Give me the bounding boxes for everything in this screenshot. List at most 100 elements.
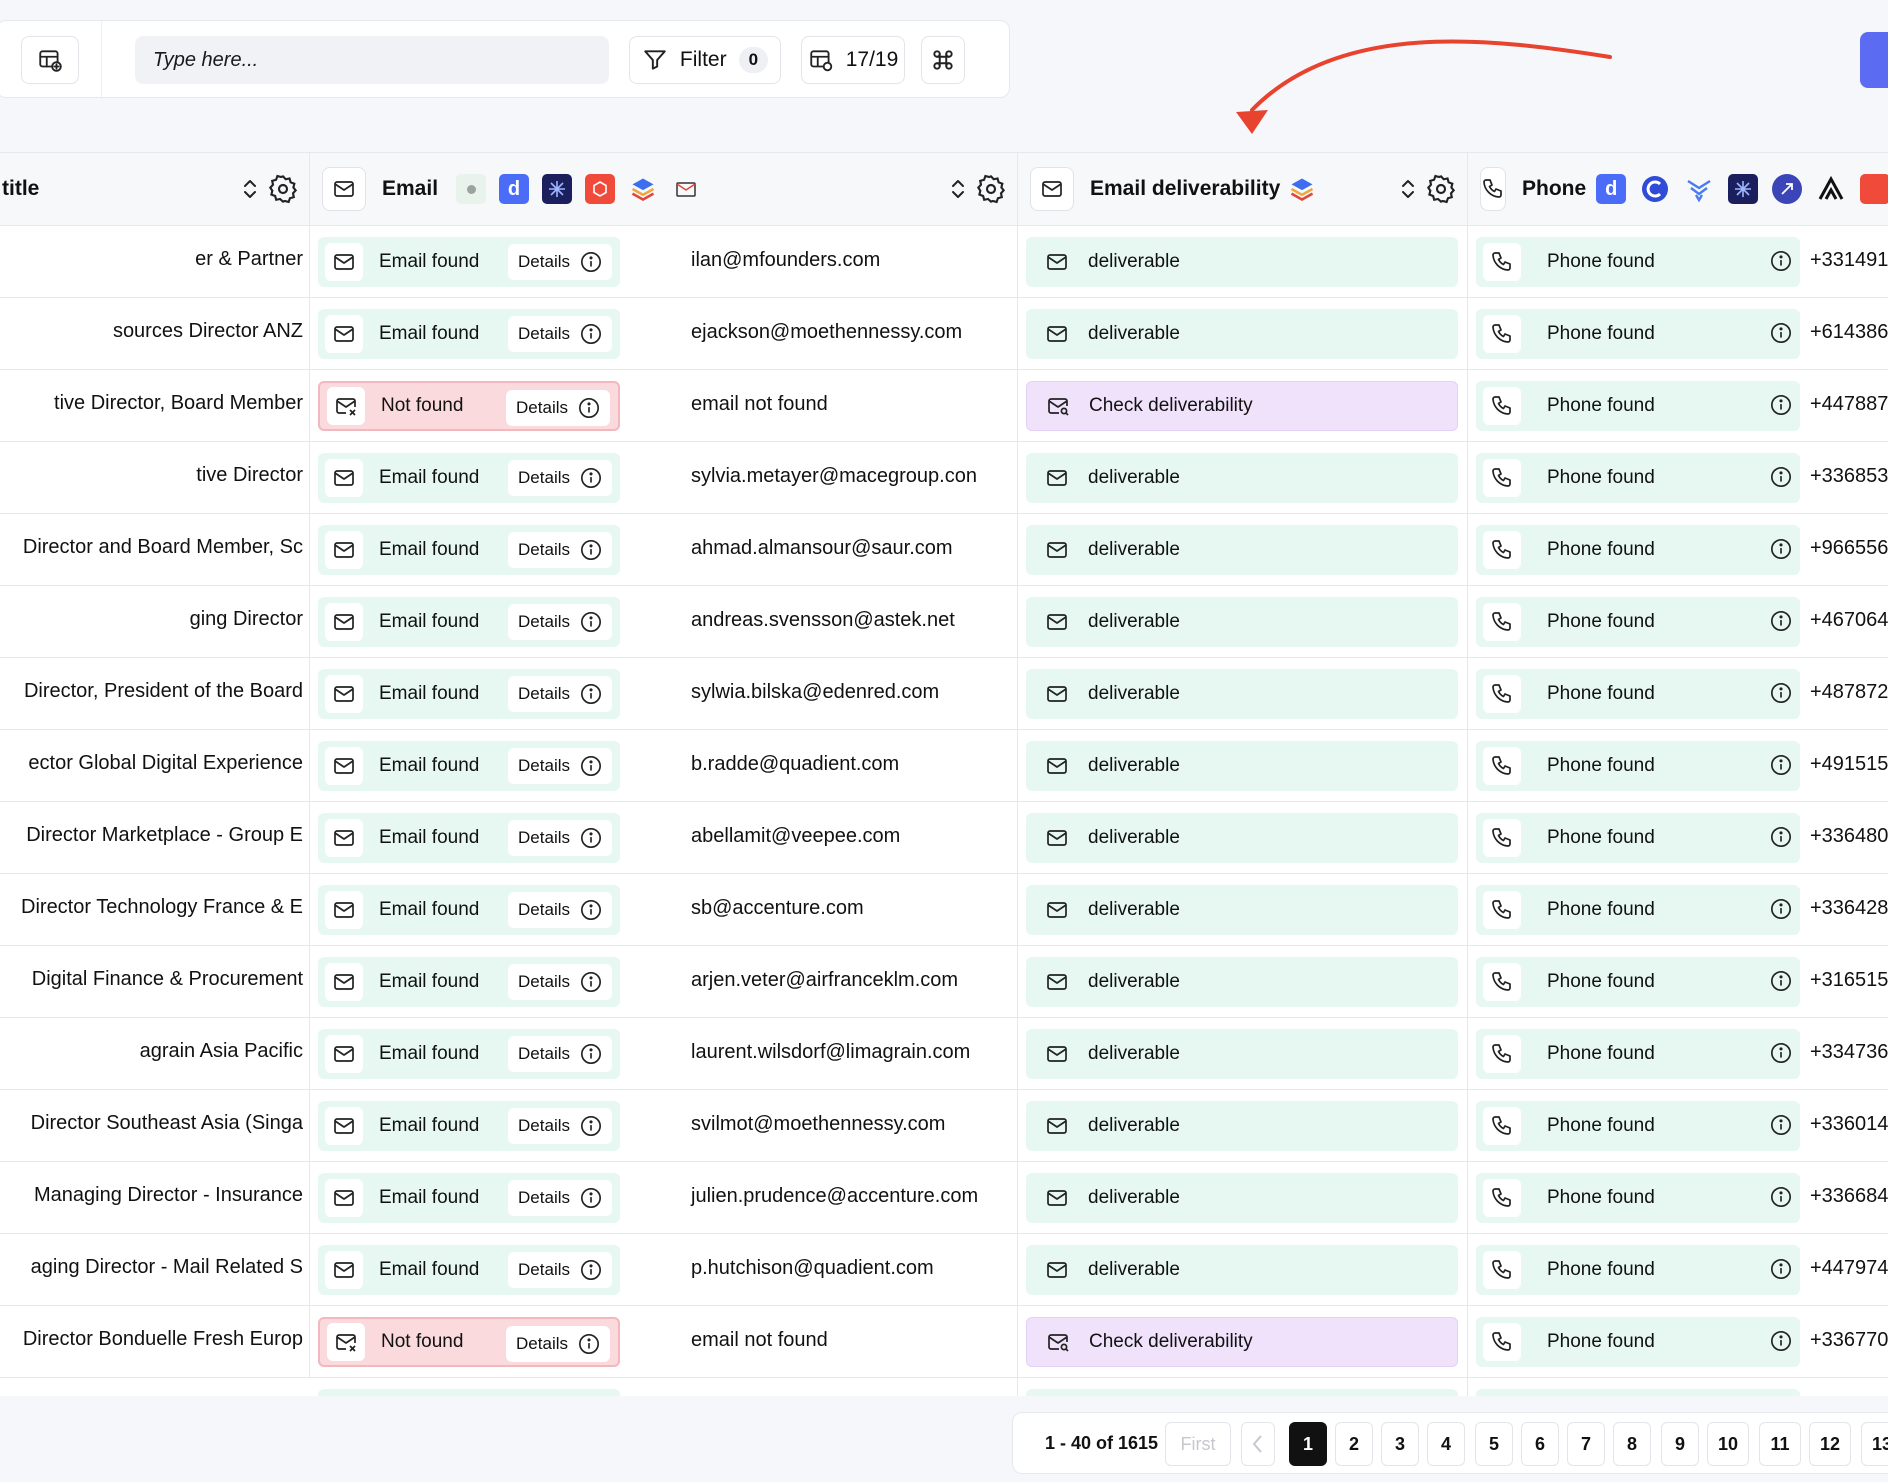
phone-status-pill[interactable]: Phone found	[1476, 885, 1800, 935]
table-row[interactable]: er & Partner Email found Details ilan@mf…	[0, 226, 1888, 298]
deliverability-pill[interactable]: deliverable	[1026, 957, 1458, 1007]
table-row[interactable]: Director Technology France & E Email fou…	[0, 874, 1888, 946]
page-button[interactable]: 3	[1381, 1422, 1419, 1466]
info-icon[interactable]	[1770, 322, 1792, 344]
email-status-pill[interactable]: Email found Details	[318, 453, 620, 503]
deliverability-pill[interactable]: deliverable	[1026, 597, 1458, 647]
info-icon[interactable]	[1770, 682, 1792, 704]
deliverability-cell[interactable]: deliverable	[1018, 514, 1468, 585]
page-button[interactable]: 5	[1475, 1422, 1513, 1466]
details-button[interactable]: Details	[508, 460, 612, 496]
title-cell[interactable]: Director, President of the Board	[0, 658, 310, 729]
phone-cell[interactable]: Phone found +614386	[1468, 298, 1888, 369]
phone-info[interactable]	[1770, 826, 1792, 853]
deliverability-pill[interactable]: deliverable	[1026, 453, 1458, 503]
email-cell[interactable]: Not found Details email not found	[310, 1306, 1018, 1377]
details-button[interactable]: Details	[508, 244, 612, 280]
table-row[interactable]: aging Director - Mail Related S Email fo…	[0, 1234, 1888, 1306]
details-button[interactable]: Details	[508, 1180, 612, 1216]
page-button[interactable]: 1	[1289, 1422, 1327, 1466]
page-button[interactable]: 6	[1521, 1422, 1559, 1466]
info-icon[interactable]	[578, 1333, 600, 1355]
info-icon[interactable]	[1770, 610, 1792, 632]
search-input[interactable]	[135, 36, 609, 84]
phone-info[interactable]	[1770, 1114, 1792, 1141]
sort-icon[interactable]	[1399, 176, 1417, 202]
email-cell[interactable]: Email found Details b.radde@quadient.com	[310, 730, 1018, 801]
command-button[interactable]	[921, 36, 965, 84]
email-status-pill[interactable]: Email found Details	[318, 669, 620, 719]
phone-status-pill[interactable]: Phone found	[1476, 1245, 1800, 1295]
email-status-pill[interactable]: Email found Details	[318, 237, 620, 287]
deliverability-pill[interactable]: deliverable	[1026, 885, 1458, 935]
title-cell[interactable]: Director and Board Member, Sc	[0, 514, 310, 585]
phone-cell[interactable]: Phone found +491515	[1468, 730, 1888, 801]
title-cell[interactable]: ector Global Digital Experience	[0, 730, 310, 801]
deliverability-pill[interactable]: deliverable	[1026, 1101, 1458, 1151]
email-cell[interactable]: Email found Details ejackson@moethenness…	[310, 298, 1018, 369]
deliverability-pill[interactable]: deliverable	[1026, 1245, 1458, 1295]
deliverability-cell[interactable]: Check deliverability	[1018, 1306, 1468, 1377]
phone-info[interactable]	[1770, 250, 1792, 277]
phone-info[interactable]	[1770, 1330, 1792, 1357]
phone-status-pill[interactable]: Phone found	[1476, 1101, 1800, 1151]
details-button[interactable]: Details	[508, 316, 612, 352]
table-row[interactable]: ging Director Email found Details andrea…	[0, 586, 1888, 658]
details-button[interactable]: Details	[506, 390, 610, 426]
info-icon[interactable]	[1770, 826, 1792, 848]
column-header-email[interactable]: Email d	[310, 153, 1018, 225]
phone-cell[interactable]: Phone found +336480	[1468, 802, 1888, 873]
phone-cell[interactable]: Phone found +336014	[1468, 1090, 1888, 1161]
info-icon[interactable]	[580, 251, 602, 273]
table-row[interactable]: agrain Asia Pacific Email found Details …	[0, 1018, 1888, 1090]
phone-status-pill[interactable]: Phone found	[1476, 597, 1800, 647]
email-status-pill[interactable]: Not found Details	[318, 381, 620, 431]
table-row[interactable]: Director Bonduelle Fresh Europ Not found…	[0, 1306, 1888, 1378]
info-icon[interactable]	[578, 397, 600, 419]
email-status-pill[interactable]: Email found Details	[318, 525, 620, 575]
table-row[interactable]: Director, President of the Board Email f…	[0, 658, 1888, 730]
phone-status-pill[interactable]: Phone found	[1476, 1173, 1800, 1223]
info-icon[interactable]	[580, 827, 602, 849]
title-cell[interactable]: tive Director, Board Member	[0, 370, 310, 441]
phone-status-pill[interactable]: Phone found	[1476, 381, 1800, 431]
details-button[interactable]: Details	[508, 892, 612, 928]
gear-icon[interactable]	[1425, 173, 1457, 205]
info-icon[interactable]	[580, 1115, 602, 1137]
info-icon[interactable]	[1770, 250, 1792, 272]
previous-page-button[interactable]	[1241, 1422, 1275, 1466]
deliverability-cell[interactable]: deliverable	[1018, 226, 1468, 297]
email-status-pill[interactable]: Email found Details	[318, 1101, 620, 1151]
phone-cell[interactable]: Phone found +447974	[1468, 1234, 1888, 1305]
table-row[interactable]: Managing Director - Insurance Email foun…	[0, 1162, 1888, 1234]
title-cell[interactable]: agrain Asia Pacific	[0, 1018, 310, 1089]
phone-cell[interactable]: Phone found +334736	[1468, 1018, 1888, 1089]
primary-action-button[interactable]	[1860, 32, 1888, 88]
email-cell[interactable]: Email found Details ahmad.almansour@saur…	[310, 514, 1018, 585]
info-icon[interactable]	[1770, 538, 1792, 560]
column-header-title[interactable]: title	[0, 153, 310, 225]
page-button[interactable]: 8	[1613, 1422, 1651, 1466]
deliverability-pill[interactable]: Check deliverability	[1026, 1317, 1458, 1367]
table-row[interactable]: sources Director ANZ Email found Details…	[0, 298, 1888, 370]
deliverability-pill[interactable]: deliverable	[1026, 525, 1458, 575]
info-icon[interactable]	[1770, 754, 1792, 776]
phone-status-pill[interactable]: Phone found	[1476, 309, 1800, 359]
column-header-phone[interactable]: Phone d	[1468, 153, 1888, 225]
deliverability-cell[interactable]: deliverable	[1018, 1162, 1468, 1233]
phone-info[interactable]	[1770, 394, 1792, 421]
table-row[interactable]: ector Global Digital Experience Email fo…	[0, 730, 1888, 802]
title-cell[interactable]: Digital Finance & Procurement	[0, 946, 310, 1017]
email-cell[interactable]: Email found Details andreas.svensson@ast…	[310, 586, 1018, 657]
phone-cell[interactable]: Phone found +966556	[1468, 514, 1888, 585]
deliverability-cell[interactable]: deliverable	[1018, 658, 1468, 729]
deliverability-cell[interactable]: Check deliverability	[1018, 370, 1468, 441]
table-row[interactable]: Digital Finance & Procurement Email foun…	[0, 946, 1888, 1018]
title-cell[interactable]: aging Director - Mail Related S	[0, 1234, 310, 1305]
email-cell[interactable]: Email found Details p.hutchison@quadient…	[310, 1234, 1018, 1305]
phone-cell[interactable]: Phone found +336770	[1468, 1306, 1888, 1377]
table-row[interactable]: tive Director, Board Member Not found De…	[0, 370, 1888, 442]
phone-info[interactable]	[1770, 970, 1792, 997]
phone-cell[interactable]: Phone found +467064	[1468, 586, 1888, 657]
details-button[interactable]: Details	[508, 1108, 612, 1144]
